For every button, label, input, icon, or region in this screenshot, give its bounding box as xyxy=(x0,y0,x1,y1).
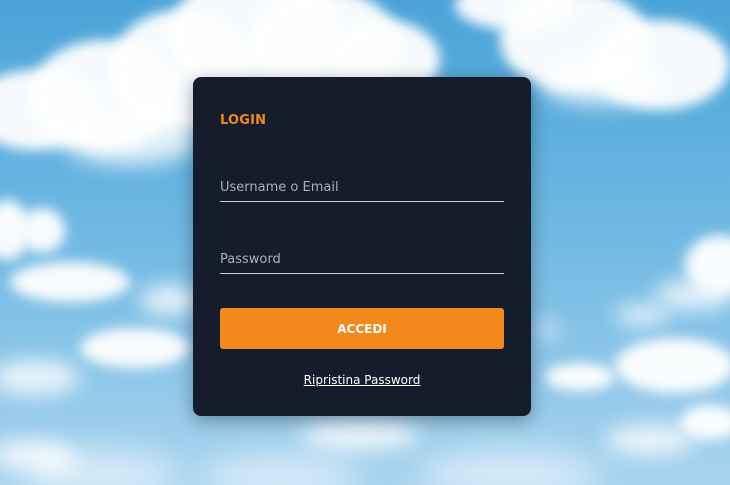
login-card: LOGIN ACCEDI Ripristina Password xyxy=(193,77,531,416)
reset-password-container: Ripristina Password xyxy=(193,373,531,387)
username-field[interactable] xyxy=(220,178,504,202)
password-field[interactable] xyxy=(220,250,504,274)
sky-background: LOGIN ACCEDI Ripristina Password xyxy=(0,0,730,485)
login-submit-button[interactable]: ACCEDI xyxy=(220,308,504,349)
reset-password-link[interactable]: Ripristina Password xyxy=(304,373,421,387)
login-title: LOGIN xyxy=(220,113,267,128)
